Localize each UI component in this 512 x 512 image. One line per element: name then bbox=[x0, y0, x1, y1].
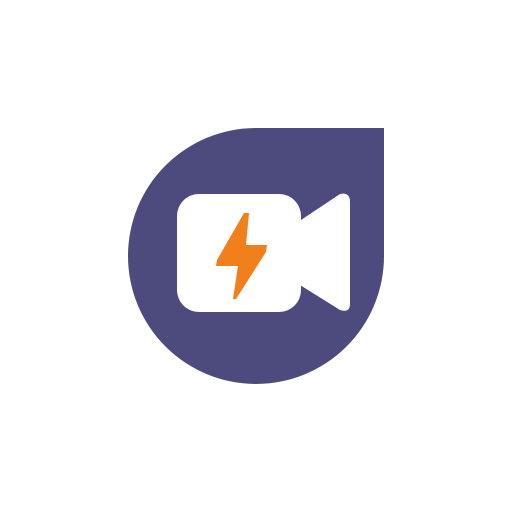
video-camera-lightning-icon bbox=[128, 128, 384, 384]
app-logo bbox=[0, 0, 512, 512]
